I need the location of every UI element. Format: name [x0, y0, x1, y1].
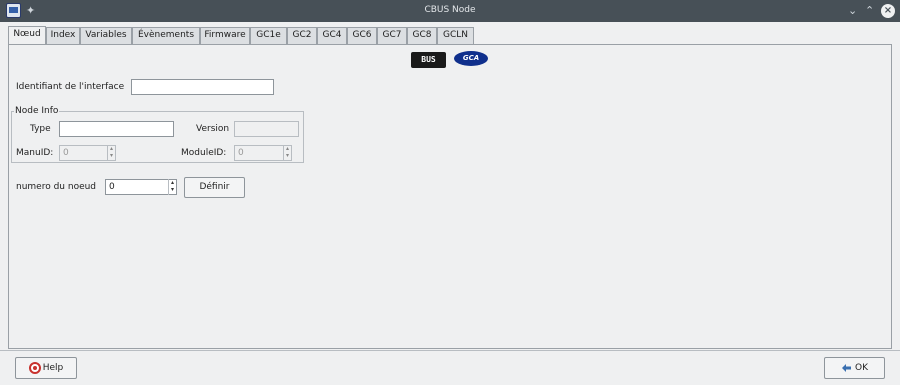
manuid-value: 0	[63, 148, 69, 158]
ok-arrow-icon	[841, 362, 853, 374]
maximize-icon[interactable]: ⌃	[865, 4, 874, 18]
node-number-label: numero du noeud	[16, 182, 97, 192]
tab-gc7[interactable]: GC7	[377, 27, 407, 44]
ok-button-label: OK	[855, 363, 868, 373]
ok-button[interactable]: OK	[824, 357, 885, 379]
window-title: CBUS Node	[424, 5, 476, 15]
moduleid-value: 0	[238, 148, 244, 158]
node-number-spinbox[interactable]: 0	[105, 179, 177, 195]
tab-evenements[interactable]: Évènements	[132, 27, 200, 44]
close-icon[interactable]: ×	[881, 4, 895, 18]
cbus-logo: BUS	[411, 52, 446, 68]
tab-gc2[interactable]: GC2	[287, 27, 317, 44]
manuid-label: ManuID:	[16, 148, 54, 158]
moduleid-stepper-icon: ▴ ▾	[283, 145, 291, 161]
footer-separator	[0, 350, 900, 351]
gca-logo: GCA	[454, 51, 488, 66]
help-button[interactable]: Help	[15, 357, 77, 379]
node-number-value: 0	[109, 182, 115, 192]
node-number-stepper-icon[interactable]: ▴ ▾	[168, 179, 176, 195]
tab-gcln[interactable]: GCLN	[437, 27, 474, 44]
version-label: Version	[196, 124, 230, 134]
moduleid-label: ModuleID:	[181, 148, 227, 158]
interface-input[interactable]	[131, 79, 274, 95]
tab-gc6[interactable]: GC6	[347, 27, 377, 44]
tab-gc8[interactable]: GC8	[407, 27, 437, 44]
tab-firmware[interactable]: Firmware	[200, 27, 250, 44]
define-button[interactable]: Définir	[184, 177, 245, 198]
manuid-stepper-icon: ▴ ▾	[107, 145, 115, 161]
tab-gc4[interactable]: GC4	[317, 27, 347, 44]
tab-noeud[interactable]: Nœud	[8, 26, 46, 45]
tab-index[interactable]: Index	[46, 27, 80, 44]
tab-variables[interactable]: Variables	[80, 27, 132, 44]
node-info-title: Node Info	[14, 106, 60, 116]
type-label: Type	[30, 124, 51, 134]
lifebuoy-icon	[28, 361, 41, 374]
help-button-label: Help	[42, 363, 64, 373]
type-input[interactable]	[59, 121, 174, 137]
minimize-icon[interactable]: ⌄	[848, 4, 857, 18]
interface-label: Identifiant de l'interface	[16, 82, 125, 92]
tab-gc1e[interactable]: GC1e	[250, 27, 287, 44]
version-input	[234, 121, 299, 137]
title-bar: ✦ CBUS Node ⌄ ⌃ ×	[0, 0, 900, 22]
